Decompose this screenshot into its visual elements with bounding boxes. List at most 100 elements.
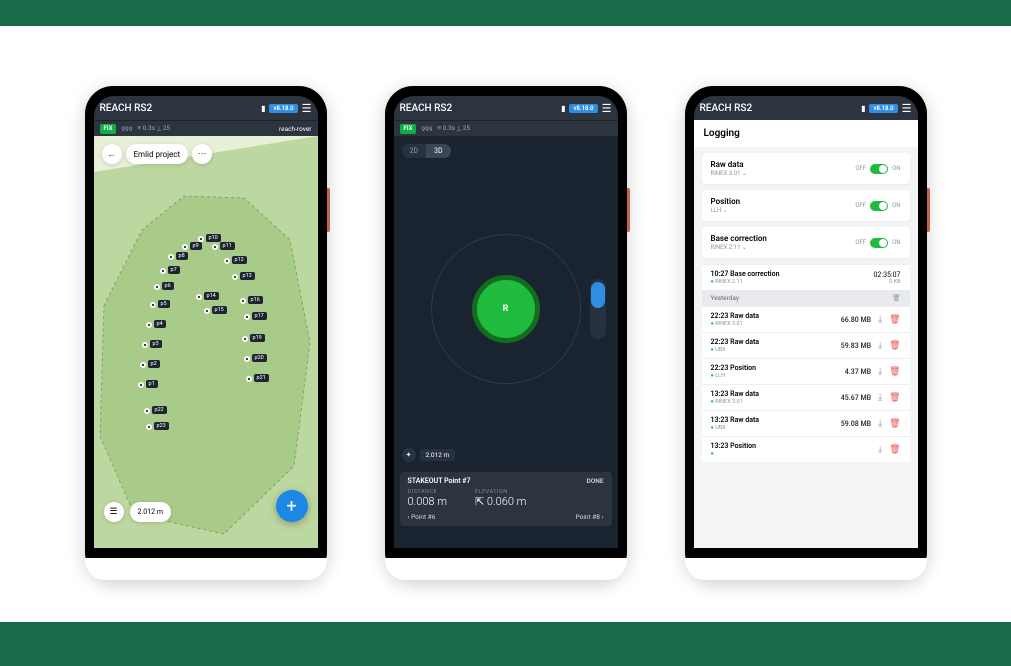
download-icon[interactable]: ⤓ (878, 315, 882, 325)
map-point[interactable]: p10 (198, 236, 204, 242)
delete-icon[interactable]: 🗑 (889, 315, 900, 325)
download-icon[interactable]: ⤓ (878, 393, 882, 403)
log-row: 22:23 PositionLLH4.37 MB⤓🗑 (702, 358, 910, 384)
map-point[interactable]: p5 (150, 302, 156, 308)
map-point[interactable]: p1 (138, 382, 144, 388)
map-point[interactable]: p21 (246, 376, 252, 382)
map-point[interactable]: p14 (196, 294, 202, 300)
phone-row: REACH RS2 ▮ v8.18.0 ☰ FIX 999 ≡ 0.3s ⟂ 2… (0, 86, 1011, 580)
log-row: 22:23 Raw dataUBX59.83 MB⤓🗑 (702, 332, 910, 358)
map-view[interactable]: ← Emlid project ⋯ p6 p7 p8 p9 p10 p11 p12 p13 p1… (94, 136, 318, 548)
stake-title: STAKEOUT Point #7 (408, 477, 471, 485)
download-icon[interactable]: ⤓ (878, 419, 882, 429)
battery-icon: ▮ (861, 104, 865, 113)
map-point[interactable]: p13 (232, 274, 238, 280)
page-title: Logging (694, 120, 918, 147)
map-point[interactable]: p4 (146, 322, 152, 328)
active-log-row: 10:27 Base correctionRINEX 2.1102:35:070… (702, 264, 910, 290)
map-point[interactable]: p19 (242, 336, 248, 342)
map-point[interactable]: p23 (146, 424, 152, 430)
mode-toggle[interactable]: 2D 3D (402, 144, 451, 158)
scale-value: 2.012 m (138, 508, 163, 516)
target-ring: R (431, 234, 581, 384)
battery-icon: ▮ (561, 104, 565, 113)
scale-chip: 2.012 m (130, 502, 171, 522)
menu-icon[interactable]: ☰ (602, 102, 612, 115)
log-toggle-card: PositionLLH ⌄OFFON (702, 190, 910, 221)
log-toggle-card: Raw dataRINEX 3.01 ⌄OFFON (702, 153, 910, 184)
map-point[interactable]: p22 (144, 408, 150, 414)
phone-logging: REACH RS2 ▮ v8.18.0 ☰ Logging Raw dataRI… (685, 86, 927, 580)
log-row: 13:23 Position⤓🗑 (702, 436, 910, 462)
map-field (94, 136, 318, 548)
back-button[interactable]: ← (102, 144, 122, 164)
map-point[interactable]: p9 (182, 244, 188, 250)
distance-value: 0.008 m (408, 495, 447, 508)
version-badge: v8.18.0 (269, 104, 297, 113)
compass-icon: ✦ (402, 448, 416, 462)
prev-point[interactable]: ‹ Point #6 (408, 513, 436, 521)
fix-badge: FIX (100, 124, 117, 134)
rover-marker: R (472, 275, 540, 343)
status-sats: 999 (421, 125, 432, 133)
delete-icon[interactable]: 🗑 (889, 445, 900, 455)
version-badge: v8.18.0 (869, 104, 897, 113)
map-point[interactable]: p11 (212, 244, 218, 250)
delete-all-icon[interactable]: 🗑 (892, 294, 900, 302)
status-bar: FIX 999 ≡ 0.3s ⟂ 25 reach-rover (94, 120, 318, 136)
phone-stakeout: REACH RS2 ▮ v8.18.0 ☰ FIX 999 ≡ 0.3s ⟂ 2… (385, 86, 627, 580)
zoom-slider[interactable] (590, 279, 606, 339)
toggle-switch[interactable] (870, 164, 888, 174)
points-list-button[interactable]: ☰ (104, 502, 124, 522)
log-row: 13:23 Raw dataRINEX 3.0145.67 MB⤓🗑 (702, 384, 910, 410)
device-title: REACH RS2 (100, 103, 153, 114)
status-bar: FIX 999 ≡ 0.3s ⟂ 25 (394, 120, 618, 136)
delete-icon[interactable]: 🗑 (889, 393, 900, 403)
menu-icon[interactable]: ☰ (902, 102, 912, 115)
map-point[interactable]: p2 (140, 362, 146, 368)
map-point[interactable]: p15 (204, 308, 210, 314)
download-icon[interactable]: ⤓ (878, 367, 882, 377)
done-button[interactable]: DONE (587, 477, 604, 485)
app-header: REACH RS2 ▮ v8.18.0 ☰ (694, 96, 918, 120)
fix-badge: FIX (400, 124, 417, 134)
log-row: 22:23 Raw dataRINEX 3.0166.80 MB⤓🗑 (702, 306, 910, 332)
download-icon[interactable]: ⤓ (878, 341, 882, 351)
delete-icon[interactable]: 🗑 (889, 341, 900, 351)
screen: REACH RS2 ▮ v8.18.0 ☰ FIX 999 ≡ 0.3s ⟂ 2… (94, 96, 318, 548)
delete-icon[interactable]: 🗑 (889, 419, 900, 429)
map-point[interactable]: p6 (154, 284, 160, 290)
app-header: REACH RS2 ▮ v8.18.0 ☰ (394, 96, 618, 120)
toggle-switch[interactable] (870, 238, 888, 248)
heading-value: 2.012 m (420, 449, 456, 461)
stakeout-bar: STAKEOUT Point #7 DONE DISTANCE 0.008 m … (400, 472, 612, 526)
status-age: ≡ 0.3s ⟂ 25 (437, 124, 470, 133)
delete-icon[interactable]: 🗑 (889, 367, 900, 377)
map-point[interactable]: p7 (160, 268, 166, 274)
download-icon[interactable]: ⤓ (878, 445, 882, 455)
map-point[interactable]: p16 (240, 298, 246, 304)
mode-3d[interactable]: 3D (426, 144, 451, 158)
mode-2d[interactable]: 2D (402, 144, 427, 158)
map-point[interactable]: p12 (224, 258, 230, 264)
map-point[interactable]: p20 (244, 356, 250, 362)
logging-view: Logging Raw dataRINEX 3.01 ⌄OFFON Positio… (694, 120, 918, 548)
map-point[interactable]: p3 (142, 342, 148, 348)
menu-icon[interactable]: ☰ (302, 102, 312, 115)
map-point[interactable]: p8 (168, 254, 174, 260)
status-age: ≡ 0.3s ⟂ 25 (137, 124, 170, 133)
stripe-top (0, 0, 1011, 26)
next-point[interactable]: Point #8 › (576, 513, 604, 521)
toggle-switch[interactable] (870, 201, 888, 211)
stakeout-view: 2D 3D R ✦ 2.012 m STAKEOUT Point #7 (394, 136, 618, 548)
project-more[interactable]: ⋯ (192, 144, 212, 164)
phone-survey-map: REACH RS2 ▮ v8.18.0 ☰ FIX 999 ≡ 0.3s ⟂ 2… (85, 86, 327, 580)
map-point[interactable]: p17 (244, 314, 250, 320)
project-chip[interactable]: Emlid project (126, 144, 189, 164)
project-controls: ← Emlid project ⋯ (102, 144, 213, 164)
log-toggle-card: Base correctionRINEX 2.11 ⌄OFFON (702, 227, 910, 258)
add-point-fab[interactable]: + (276, 490, 308, 522)
battery-icon: ▮ (261, 104, 265, 113)
device-title: REACH RS2 (700, 103, 753, 114)
section-header: Yesterday🗑 (702, 290, 910, 306)
